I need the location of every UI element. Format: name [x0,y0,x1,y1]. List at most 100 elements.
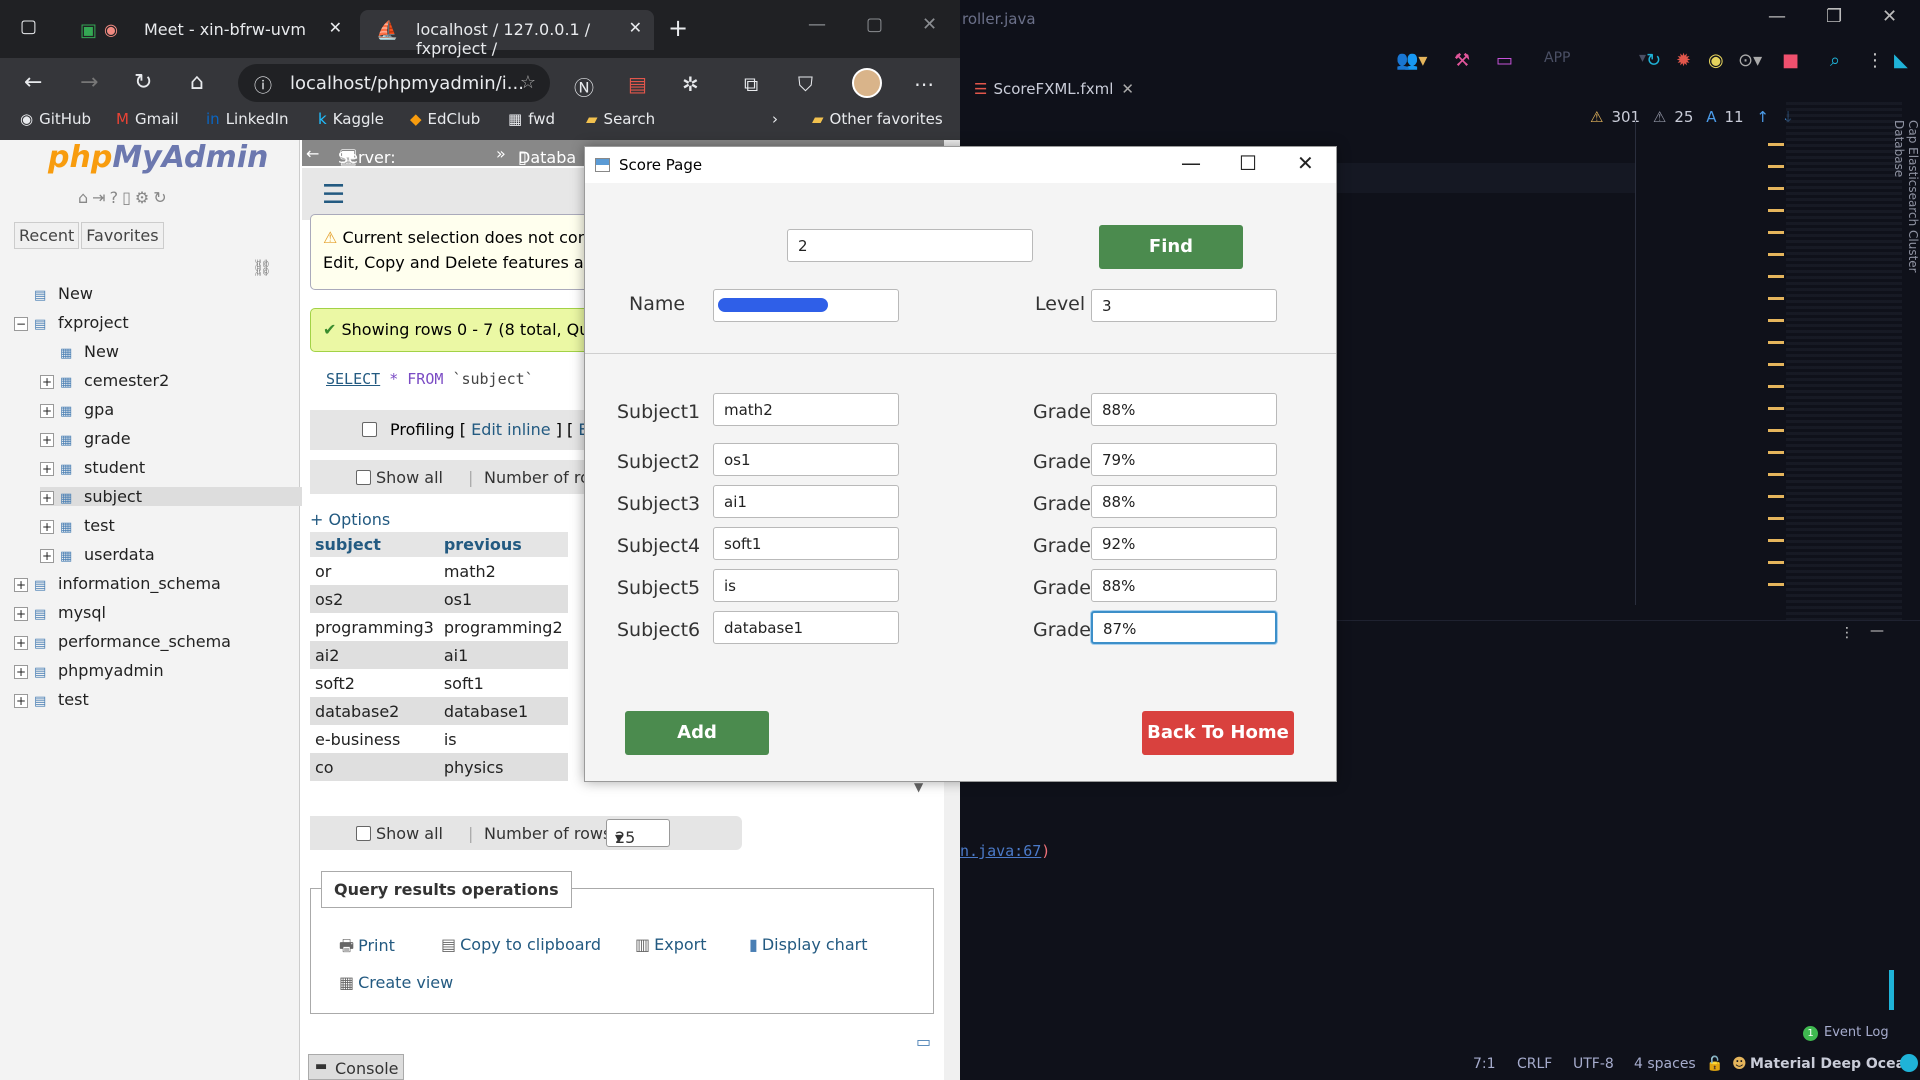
options-link[interactable]: + Options [310,510,390,529]
tree-item-fxproject[interactable]: − ▤ fxproject [14,313,129,332]
edit-inline-link[interactable]: Edit inline [471,420,551,439]
tree-item-test[interactable]: + ▦ test [40,516,115,535]
lock-icon[interactable]: 🔓 [1706,1056,1723,1072]
more-menu-icon[interactable]: ⋯ [914,72,934,96]
reload-icon[interactable]: ↻ [134,70,152,95]
tree-item-gpa[interactable]: + ▦ gpa [40,400,114,419]
sql-query[interactable]: SELECT * FROM `subject` [326,370,534,388]
table-cell[interactable]: os2 [310,585,439,613]
forward-icon[interactable]: → [80,70,98,95]
inspection-widget[interactable]: ⚠301 ⚠25 A11 ↑ ↓ [1590,108,1802,126]
minimize-icon[interactable]: — [808,14,826,35]
grade-field-4[interactable]: 92% [1091,527,1277,560]
close-icon[interactable]: ✕ [922,14,937,35]
level-field[interactable]: 3 [1091,289,1277,322]
menu-icon[interactable]: ☰ [322,180,345,210]
tree-item-New[interactable]: ▤ New [14,284,93,303]
table-row[interactable]: programming3 programming2 [310,613,568,641]
tree-item-student[interactable]: + ▦ student [40,458,145,477]
profiler-icon[interactable]: ⊙▾ [1738,50,1762,71]
favorite-star-icon[interactable]: ☆ [520,72,536,93]
table-cell[interactable]: physics [438,753,568,781]
student-id-input[interactable]: 2 [787,229,1033,262]
bookmark-search[interactable]: ▰ Search [586,110,655,128]
arrow-up-icon[interactable]: ↑ [1756,108,1769,126]
table-cell[interactable]: or [310,557,439,585]
table-cell[interactable]: e-business [310,725,439,753]
subject-field-4[interactable]: soft1 [713,527,899,560]
tool-window-database[interactable]: Database [1892,120,1906,273]
expand-icon[interactable]: + [14,694,28,708]
docs-icon[interactable]: ▯ [122,188,135,207]
table-row[interactable]: os2 os1 [310,585,568,613]
table-cell[interactable]: programming3 [310,613,439,641]
collapse-icon[interactable]: ← [306,144,319,163]
rows-per-page-select[interactable]: 25 ▾ [606,819,670,847]
coverage-icon[interactable]: ◉ [1708,50,1724,71]
table-row[interactable]: e-business is [310,725,568,753]
table-row[interactable]: co physics [310,753,568,781]
subject-field-6[interactable]: database1 [713,611,899,644]
hide-panel-icon[interactable]: — [1870,623,1884,639]
tab-phpmyadmin[interactable]: ⛵ localhost / 127.0.0.1 / fxproject / ✕ [360,10,654,58]
tab-actions-icon[interactable]: ▢ [20,16,37,37]
expand-icon[interactable]: + [40,433,54,447]
table-cell[interactable]: database2 [310,697,439,725]
bookmarks-overflow-icon[interactable]: › [772,110,778,128]
subject-field-2[interactable]: os1 [713,443,899,476]
stop-icon[interactable]: ■ [1782,50,1799,71]
maximize-icon[interactable]: ▢ [866,14,883,35]
tree-item-information-schema[interactable]: + ▤ information_schema [14,574,221,593]
table-row[interactable]: database2 database1 [310,697,568,725]
help-icon[interactable]: ? [110,188,123,207]
grade-field-6[interactable]: 87% [1091,611,1277,644]
phpmyadmin-logo[interactable]: phpMyAdmin [48,140,268,175]
back-to-home-button[interactable]: Back To Home [1142,711,1294,755]
subject-field-5[interactable]: is [713,569,899,602]
expand-icon[interactable]: + [14,636,28,650]
grade-field-1[interactable]: 88% [1091,393,1277,426]
column-header-subject[interactable]: subject [310,532,439,557]
expand-icon[interactable]: + [40,375,54,389]
event-log-button[interactable]: 1 Event Log [1803,1025,1889,1041]
new-tab-icon[interactable]: + [668,14,688,42]
notion-extension-icon[interactable]: Ⓝ [574,72,594,101]
table-row[interactable]: ai2 ai1 [310,641,568,669]
tool-window-elasticsearch[interactable]: Cap Elasticsearch Cluster [1906,120,1920,273]
table-cell[interactable]: is [438,725,568,753]
error-stripe[interactable] [1768,134,1784,604]
favorites-button[interactable]: Favorites [81,222,164,249]
options-icon[interactable]: ⋮ [1840,625,1854,641]
maximize-icon[interactable]: ☐ [1239,151,1257,175]
tree-item-New[interactable]: ▦ New [40,342,119,361]
profiling-checkbox[interactable] [362,422,377,437]
bookmark-linkedin[interactable]: in LinkedIn [206,110,289,128]
table-cell[interactable]: database1 [438,697,568,725]
create-view-link[interactable]: ▦ Create view [339,973,453,992]
table-row[interactable]: or math2 [310,557,568,585]
caret-position[interactable]: 7:1 [1473,1056,1496,1072]
reload-icon[interactable]: ↻ [153,188,170,207]
recent-button[interactable]: Recent [14,222,80,249]
subject-field-1[interactable]: math2 [713,393,899,426]
code-minimap[interactable] [1786,102,1902,622]
close-tab-icon[interactable]: ✕ [1121,80,1134,98]
expand-icon[interactable]: + [14,578,28,592]
line-separator[interactable]: CRLF [1517,1056,1552,1072]
copy-link[interactable]: ▤ Copy to clipboard [441,935,601,954]
back-icon[interactable]: ← [24,70,42,95]
table-row[interactable]: soft2 soft1 [310,669,568,697]
grade-field-2[interactable]: 79% [1091,443,1277,476]
hammer-icon[interactable]: ⚒ [1454,50,1470,71]
table-cell[interactable]: soft2 [310,669,439,697]
close-icon[interactable]: ✕ [1882,6,1897,27]
console-scrollbar[interactable] [1889,970,1894,1010]
scroll-down-icon[interactable]: ▼ [914,780,923,794]
run-config-select[interactable]: APP ▾ [1544,50,1654,72]
bookmark-edclub[interactable]: ◆ EdClub [410,110,480,128]
tree-item-phpmyadmin[interactable]: + ▤ phpmyadmin [14,661,164,680]
expand-icon[interactable]: + [40,491,54,505]
logout-icon[interactable]: ⇥ [92,188,109,207]
theme-name[interactable]: Material Deep Ocean [1750,1056,1915,1072]
bookmark-kaggle[interactable]: k Kaggle [318,110,384,128]
